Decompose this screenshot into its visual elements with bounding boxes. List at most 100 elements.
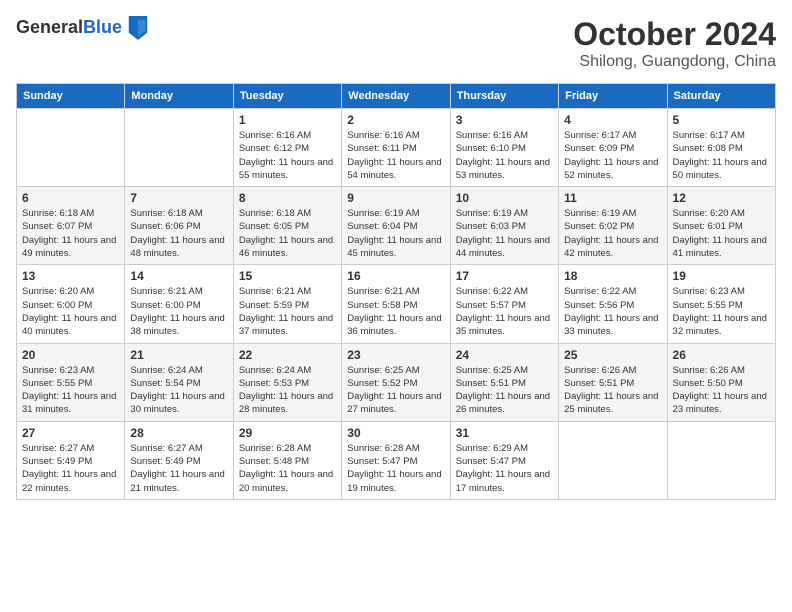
calendar-table: SundayMondayTuesdayWednesdayThursdayFrid… — [16, 83, 776, 500]
day-info: Sunrise: 6:25 AMSunset: 5:51 PMDaylight:… — [456, 364, 553, 417]
day-info: Sunrise: 6:28 AMSunset: 5:48 PMDaylight:… — [239, 442, 336, 495]
calendar-week-1: 1 Sunrise: 6:16 AMSunset: 6:12 PMDaylight… — [17, 109, 776, 187]
calendar-week-3: 13 Sunrise: 6:20 AMSunset: 6:00 PMDayligh… — [17, 265, 776, 343]
calendar-header-row: SundayMondayTuesdayWednesdayThursdayFrid… — [17, 84, 776, 109]
calendar-cell: 11 Sunrise: 6:19 AMSunset: 6:02 PMDayligh… — [559, 187, 667, 265]
day-number: 27 — [22, 426, 119, 440]
day-info: Sunrise: 6:20 AMSunset: 6:01 PMDaylight:… — [673, 207, 770, 260]
calendar-cell: 27 Sunrise: 6:27 AMSunset: 5:49 PMDayligh… — [17, 421, 125, 499]
calendar-cell: 20Sunrise: 6:23 AMSunset: 5:55 PMDayligh… — [17, 343, 125, 421]
day-number: 5 — [673, 113, 770, 127]
column-header-tuesday: Tuesday — [233, 84, 341, 109]
calendar-cell — [559, 421, 667, 499]
day-number: 23 — [347, 348, 444, 362]
day-number: 3 — [456, 113, 553, 127]
day-number: 4 — [564, 113, 661, 127]
calendar-cell: 18 Sunrise: 6:22 AMSunset: 5:56 PMDayligh… — [559, 265, 667, 343]
calendar-cell: 17Sunrise: 6:22 AMSunset: 5:57 PMDayligh… — [450, 265, 558, 343]
column-header-friday: Friday — [559, 84, 667, 109]
column-header-sunday: Sunday — [17, 84, 125, 109]
day-number: 19 — [673, 269, 770, 283]
day-info: Sunrise: 6:17 AMSunset: 6:08 PMDaylight:… — [673, 129, 770, 182]
calendar-cell: 13 Sunrise: 6:20 AMSunset: 6:00 PMDayligh… — [17, 265, 125, 343]
calendar-cell: 8Sunrise: 6:18 AMSunset: 6:05 PMDaylight… — [233, 187, 341, 265]
page-header: GeneralBlue October 2024 Shilong, Guangd… — [16, 16, 776, 71]
day-number: 7 — [130, 191, 227, 205]
calendar-cell: 21Sunrise: 6:24 AMSunset: 5:54 PMDayligh… — [125, 343, 233, 421]
day-info: Sunrise: 6:27 AMSunset: 5:49 PMDaylight:… — [130, 442, 227, 495]
day-number: 30 — [347, 426, 444, 440]
day-number: 28 — [130, 426, 227, 440]
day-info: Sunrise: 6:27 AMSunset: 5:49 PMDaylight:… — [22, 442, 119, 495]
calendar-cell: 16 Sunrise: 6:21 AMSunset: 5:58 PMDayligh… — [342, 265, 450, 343]
day-number: 25 — [564, 348, 661, 362]
day-number: 6 — [22, 191, 119, 205]
day-number: 11 — [564, 191, 661, 205]
day-number: 9 — [347, 191, 444, 205]
day-number: 12 — [673, 191, 770, 205]
calendar-cell — [125, 109, 233, 187]
day-number: 18 — [564, 269, 661, 283]
calendar-cell: 6Sunrise: 6:18 AMSunset: 6:07 PMDaylight… — [17, 187, 125, 265]
calendar-cell: 7 Sunrise: 6:18 AMSunset: 6:06 PMDaylight… — [125, 187, 233, 265]
day-info: Sunrise: 6:24 AMSunset: 5:54 PMDaylight:… — [130, 364, 227, 417]
day-number: 15 — [239, 269, 336, 283]
column-header-wednesday: Wednesday — [342, 84, 450, 109]
day-number: 10 — [456, 191, 553, 205]
logo-icon — [128, 16, 148, 40]
calendar-cell: 23Sunrise: 6:25 AMSunset: 5:52 PMDayligh… — [342, 343, 450, 421]
day-number: 16 — [347, 269, 444, 283]
day-info: Sunrise: 6:20 AMSunset: 6:00 PMDaylight:… — [22, 285, 119, 338]
day-info: Sunrise: 6:29 AMSunset: 5:47 PMDaylight:… — [456, 442, 553, 495]
calendar-cell: 2 Sunrise: 6:16 AMSunset: 6:11 PMDaylight… — [342, 109, 450, 187]
day-info: Sunrise: 6:21 AMSunset: 5:59 PMDaylight:… — [239, 285, 336, 338]
day-info: Sunrise: 6:22 AMSunset: 5:57 PMDaylight:… — [456, 285, 553, 338]
calendar-cell: 4 Sunrise: 6:17 AMSunset: 6:09 PMDaylight… — [559, 109, 667, 187]
day-info: Sunrise: 6:19 AMSunset: 6:03 PMDaylight:… — [456, 207, 553, 260]
day-number: 22 — [239, 348, 336, 362]
calendar-cell — [667, 421, 775, 499]
day-number: 8 — [239, 191, 336, 205]
calendar-cell: 15 Sunrise: 6:21 AMSunset: 5:59 PMDayligh… — [233, 265, 341, 343]
calendar-cell: 25 Sunrise: 6:26 AMSunset: 5:51 PMDayligh… — [559, 343, 667, 421]
day-info: Sunrise: 6:26 AMSunset: 5:50 PMDaylight:… — [673, 364, 770, 417]
month-title: October 2024 — [573, 16, 776, 53]
calendar-cell: 26 Sunrise: 6:26 AMSunset: 5:50 PMDayligh… — [667, 343, 775, 421]
calendar-cell: 31 Sunrise: 6:29 AMSunset: 5:47 PMDayligh… — [450, 421, 558, 499]
day-number: 1 — [239, 113, 336, 127]
calendar-cell: 5 Sunrise: 6:17 AMSunset: 6:08 PMDaylight… — [667, 109, 775, 187]
day-number: 2 — [347, 113, 444, 127]
calendar-cell: 3Sunrise: 6:16 AMSunset: 6:10 PMDaylight… — [450, 109, 558, 187]
day-number: 31 — [456, 426, 553, 440]
day-info: Sunrise: 6:19 AMSunset: 6:02 PMDaylight:… — [564, 207, 661, 260]
calendar-cell: 29Sunrise: 6:28 AMSunset: 5:48 PMDayligh… — [233, 421, 341, 499]
column-header-thursday: Thursday — [450, 84, 558, 109]
day-info: Sunrise: 6:18 AMSunset: 6:06 PMDaylight:… — [130, 207, 227, 260]
calendar-week-2: 6Sunrise: 6:18 AMSunset: 6:07 PMDaylight… — [17, 187, 776, 265]
day-info: Sunrise: 6:26 AMSunset: 5:51 PMDaylight:… — [564, 364, 661, 417]
calendar-cell: 22 Sunrise: 6:24 AMSunset: 5:53 PMDayligh… — [233, 343, 341, 421]
day-number: 24 — [456, 348, 553, 362]
calendar-cell: 28 Sunrise: 6:27 AMSunset: 5:49 PMDayligh… — [125, 421, 233, 499]
calendar-cell: 19Sunrise: 6:23 AMSunset: 5:55 PMDayligh… — [667, 265, 775, 343]
calendar-cell: 10 Sunrise: 6:19 AMSunset: 6:03 PMDayligh… — [450, 187, 558, 265]
day-info: Sunrise: 6:16 AMSunset: 6:12 PMDaylight:… — [239, 129, 336, 182]
day-info: Sunrise: 6:21 AMSunset: 5:58 PMDaylight:… — [347, 285, 444, 338]
calendar-week-5: 27 Sunrise: 6:27 AMSunset: 5:49 PMDayligh… — [17, 421, 776, 499]
calendar-cell: 30 Sunrise: 6:28 AMSunset: 5:47 PMDayligh… — [342, 421, 450, 499]
day-info: Sunrise: 6:22 AMSunset: 5:56 PMDaylight:… — [564, 285, 661, 338]
day-info: Sunrise: 6:16 AMSunset: 6:11 PMDaylight:… — [347, 129, 444, 182]
day-number: 20 — [22, 348, 119, 362]
calendar-cell — [17, 109, 125, 187]
column-header-monday: Monday — [125, 84, 233, 109]
calendar-cell: 14Sunrise: 6:21 AMSunset: 6:00 PMDayligh… — [125, 265, 233, 343]
day-info: Sunrise: 6:24 AMSunset: 5:53 PMDaylight:… — [239, 364, 336, 417]
day-info: Sunrise: 6:21 AMSunset: 6:00 PMDaylight:… — [130, 285, 227, 338]
logo: GeneralBlue — [16, 16, 148, 40]
column-header-saturday: Saturday — [667, 84, 775, 109]
day-info: Sunrise: 6:28 AMSunset: 5:47 PMDaylight:… — [347, 442, 444, 495]
calendar-week-4: 20Sunrise: 6:23 AMSunset: 5:55 PMDayligh… — [17, 343, 776, 421]
day-number: 26 — [673, 348, 770, 362]
day-info: Sunrise: 6:17 AMSunset: 6:09 PMDaylight:… — [564, 129, 661, 182]
day-number: 13 — [22, 269, 119, 283]
